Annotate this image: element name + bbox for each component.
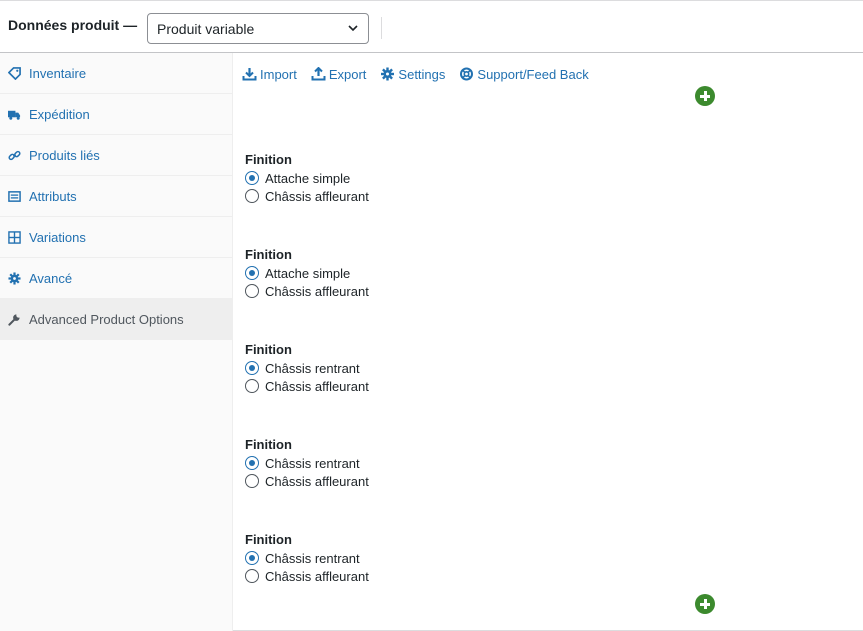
radio-option[interactable]: Châssis affleurant bbox=[245, 567, 545, 585]
export-label: Export bbox=[328, 66, 367, 82]
group-label: Finition bbox=[245, 342, 292, 357]
tag-icon bbox=[8, 66, 21, 80]
radio-button[interactable] bbox=[245, 284, 259, 298]
tab-label: Advanced Product Options bbox=[29, 311, 184, 327]
radio-option[interactable]: Attache simple bbox=[245, 264, 545, 282]
radio-button[interactable] bbox=[245, 569, 259, 583]
add-field-button-bottom[interactable] bbox=[695, 594, 715, 614]
radio-option[interactable]: Châssis affleurant bbox=[245, 187, 545, 205]
option-label: Châssis affleurant bbox=[265, 473, 369, 489]
option-group: Finition Châssis rentrant Châssis affleu… bbox=[245, 341, 545, 395]
chevron-down-icon bbox=[348, 25, 358, 32]
option-label: Châssis affleurant bbox=[265, 378, 369, 394]
tab-label: Produits liés bbox=[29, 147, 100, 163]
product-type-value: Produit variable bbox=[157, 20, 255, 37]
tab-label: Attributs bbox=[29, 188, 77, 204]
radio-button-checked[interactable] bbox=[245, 551, 259, 565]
tab-attributs[interactable]: Attributs bbox=[0, 176, 233, 217]
option-label: Châssis rentrant bbox=[265, 455, 360, 471]
wrench-icon bbox=[8, 313, 20, 326]
radio-option[interactable]: Châssis affleurant bbox=[245, 472, 545, 490]
product-type-select[interactable]: Produit variable bbox=[147, 13, 369, 44]
product-data-header: Données produit — Produit variable bbox=[0, 2, 863, 53]
tab-expedition[interactable]: Expédition bbox=[0, 94, 233, 135]
radio-button-checked[interactable] bbox=[245, 361, 259, 375]
radio-button-checked[interactable] bbox=[245, 171, 259, 185]
import-label: Import bbox=[260, 66, 297, 82]
header-title: Données produit — bbox=[8, 17, 138, 33]
option-group: Finition Attache simple Châssis affleura… bbox=[245, 246, 545, 300]
tab-variations[interactable]: Variations bbox=[0, 217, 233, 258]
tab-label: Avancé bbox=[29, 270, 73, 286]
option-label: Châssis affleurant bbox=[265, 568, 369, 584]
radio-button-checked[interactable] bbox=[245, 456, 259, 470]
tab-produits-lies[interactable]: Produits liés bbox=[0, 135, 233, 176]
tab-avance[interactable]: Avancé bbox=[0, 258, 233, 299]
apo-toolbar: Import Export Settings Support/Feed Back bbox=[242, 64, 603, 84]
gear-icon bbox=[381, 67, 395, 81]
option-group: Finition Châssis rentrant Châssis affleu… bbox=[245, 436, 545, 490]
group-label: Finition bbox=[245, 247, 292, 262]
radio-button[interactable] bbox=[245, 189, 259, 203]
option-label: Châssis rentrant bbox=[265, 550, 360, 566]
group-label: Finition bbox=[245, 437, 292, 452]
import-link[interactable]: Import bbox=[242, 67, 297, 82]
add-field-button-top[interactable] bbox=[695, 86, 715, 106]
link-icon bbox=[8, 150, 21, 160]
radio-option[interactable]: Attache simple bbox=[245, 169, 545, 187]
tab-advanced-product-options[interactable]: Advanced Product Options bbox=[0, 299, 233, 340]
settings-link[interactable]: Settings bbox=[380, 67, 445, 82]
tab-label: Variations bbox=[29, 229, 86, 245]
tab-label: Expédition bbox=[29, 106, 90, 122]
lifebuoy-icon bbox=[460, 67, 474, 81]
tab-label: Inventaire bbox=[29, 65, 87, 81]
support-label: Support/Feed Back bbox=[477, 66, 589, 82]
export-link[interactable]: Export bbox=[311, 66, 367, 82]
radio-option[interactable]: Châssis rentrant bbox=[245, 454, 545, 472]
settings-label: Settings bbox=[398, 66, 446, 82]
radio-button-checked[interactable] bbox=[245, 266, 259, 280]
support-link[interactable]: Support/Feed Back bbox=[459, 66, 589, 82]
option-label: Châssis affleurant bbox=[265, 283, 369, 299]
group-label: Finition bbox=[245, 152, 292, 167]
product-data-panel: Données produit — Produit variable Inven… bbox=[0, 0, 863, 631]
grid-icon bbox=[8, 230, 21, 244]
truck-icon bbox=[8, 110, 21, 120]
radio-button[interactable] bbox=[245, 379, 259, 393]
radio-button[interactable] bbox=[245, 474, 259, 488]
radio-option[interactable]: Châssis rentrant bbox=[245, 359, 545, 377]
option-group: Finition Attache simple Châssis affleura… bbox=[245, 151, 545, 205]
upload-icon bbox=[311, 67, 326, 81]
product-data-tabs: Inventaire Expédition Produits liés Attr… bbox=[0, 53, 233, 631]
option-label: Attache simple bbox=[265, 265, 351, 281]
gear-icon bbox=[8, 271, 21, 285]
radio-option[interactable]: Châssis affleurant bbox=[245, 282, 545, 300]
radio-option[interactable]: Châssis rentrant bbox=[245, 549, 545, 567]
group-label: Finition bbox=[245, 532, 292, 547]
list-icon bbox=[8, 190, 21, 202]
radio-option[interactable]: Châssis affleurant bbox=[245, 377, 545, 395]
option-group: Finition Châssis rentrant Châssis affleu… bbox=[245, 531, 545, 585]
header-divider bbox=[381, 17, 382, 39]
download-icon bbox=[242, 68, 257, 81]
option-label: Châssis rentrant bbox=[265, 360, 360, 376]
option-label: Châssis affleurant bbox=[265, 188, 369, 204]
tab-inventaire[interactable]: Inventaire bbox=[0, 53, 233, 94]
option-label: Attache simple bbox=[265, 170, 351, 186]
